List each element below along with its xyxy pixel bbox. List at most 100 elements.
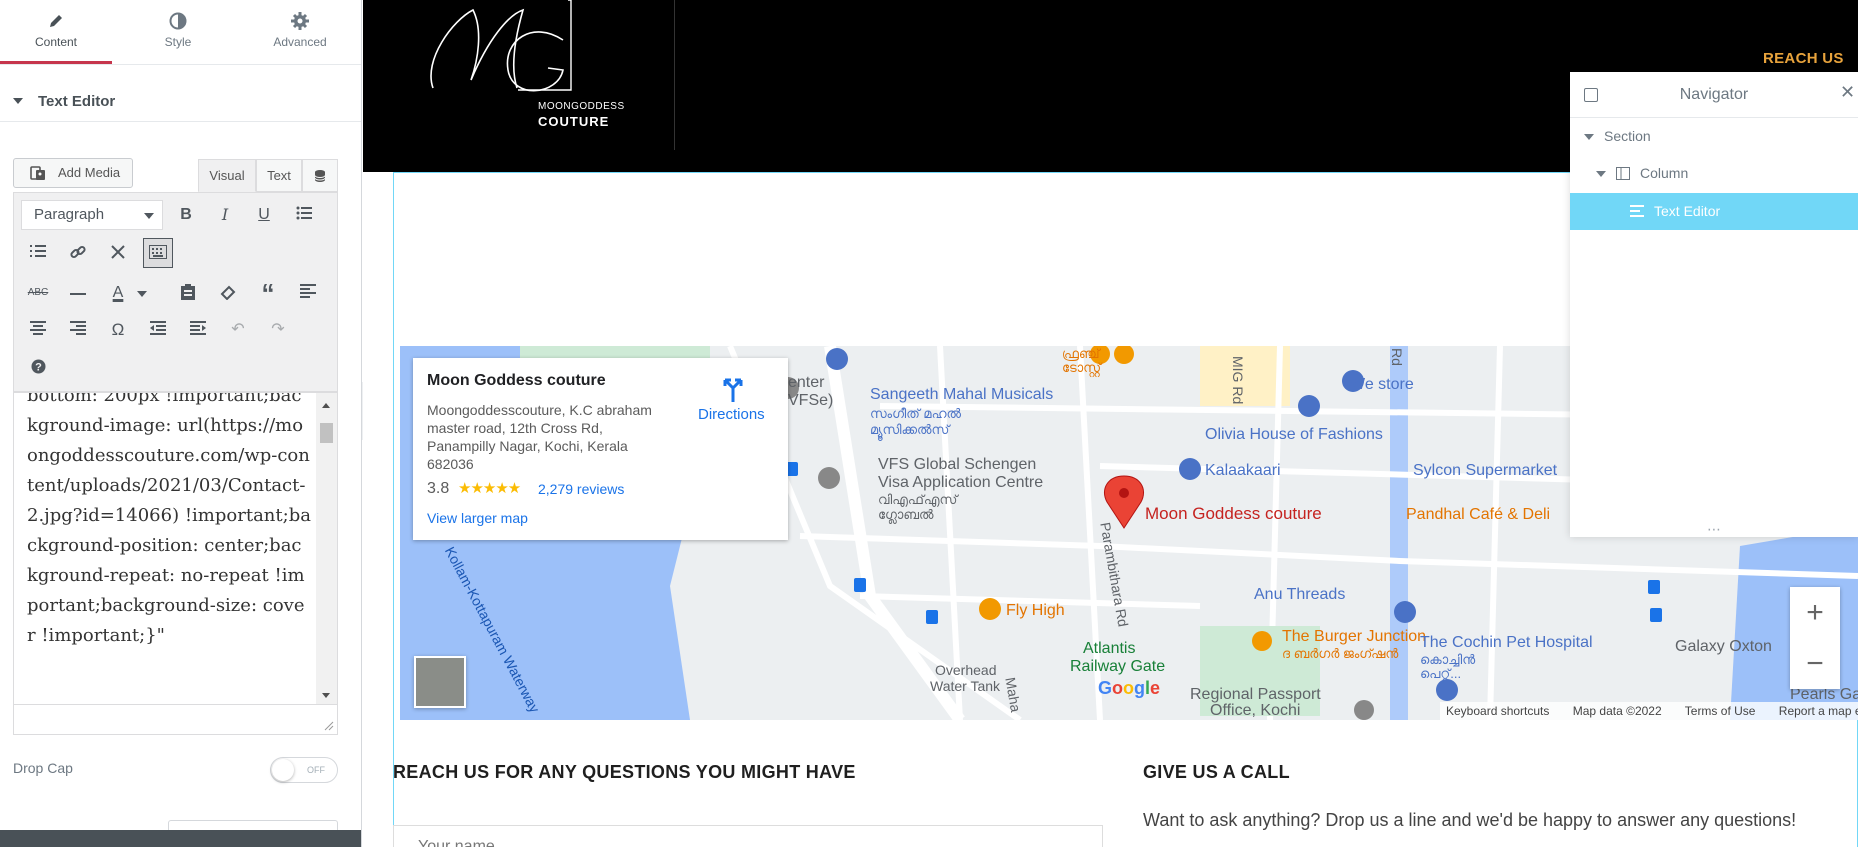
numbered-list-button[interactable]	[23, 238, 53, 268]
align-left-button[interactable]	[293, 278, 323, 308]
map-label: Fly High	[1006, 602, 1065, 619]
terms-of-use-link[interactable]: Terms of Use	[1685, 704, 1756, 718]
editor-resize-area[interactable]	[13, 705, 338, 735]
help-icon: ?	[31, 359, 45, 374]
map-pin-label[interactable]: Moon Goddess couture	[1145, 504, 1322, 524]
map-label: Office, Kochi	[1210, 702, 1301, 719]
hr-icon	[70, 293, 86, 295]
text-color-button[interactable]: A	[103, 278, 133, 308]
report-error-link[interactable]: Report a map error	[1779, 704, 1858, 718]
place-info-card: Moon Goddess couture Moongoddesscouture,…	[413, 358, 788, 540]
caret-down-icon	[1584, 134, 1594, 140]
scroll-down-icon	[322, 693, 330, 698]
navigator-resize-grip[interactable]: ⋯	[1570, 522, 1858, 536]
bold-button[interactable]: B	[171, 200, 201, 230]
map-label: MIG Rd	[1230, 356, 1246, 405]
text-color-dropdown[interactable]	[133, 278, 151, 308]
navigator-panel: Navigator ✕ Section Column Text Editor ⋯	[1570, 72, 1858, 537]
toolbar-toggle-button[interactable]	[302, 159, 338, 192]
clear-formatting-button[interactable]	[213, 278, 243, 308]
text-tab[interactable]: Text	[256, 159, 302, 192]
reach-heading: REACH US FOR ANY QUESTIONS YOU MIGHT HAV…	[393, 762, 856, 782]
expand-icon	[111, 245, 125, 259]
add-media-button[interactable]: Add Media	[13, 158, 133, 188]
blockquote-button[interactable]: “	[253, 278, 283, 308]
editor-panel: Content Style Advanced Text Editor Add M…	[0, 0, 362, 847]
drop-cap-toggle[interactable]: OFF	[270, 757, 338, 783]
caret-down-icon	[1596, 171, 1606, 177]
align-right-button[interactable]	[63, 315, 93, 345]
gear-icon	[291, 12, 309, 30]
navigator-title: Navigator	[1679, 86, 1749, 103]
map-label: Rd	[1389, 348, 1405, 366]
panel-tabs: Content Style Advanced	[0, 0, 361, 65]
strikethrough-button[interactable]: ABC	[23, 278, 53, 308]
map-label: The Cochin Pet Hospital	[1420, 634, 1593, 651]
outdent-button[interactable]	[143, 315, 173, 345]
link-button[interactable]	[63, 238, 93, 268]
zoom-in-button[interactable]: +	[1790, 587, 1840, 638]
section-title-label: Text Editor	[38, 93, 116, 110]
tab-content[interactable]: Content	[0, 0, 112, 64]
navigator-header[interactable]: Navigator ✕	[1570, 72, 1858, 118]
tab-content-label: Content	[34, 35, 78, 49]
undo-button[interactable]: ↶	[223, 315, 253, 345]
zoom-out-button[interactable]: −	[1790, 638, 1840, 689]
navigator-item-label: Text Editor	[1654, 203, 1721, 219]
italic-button[interactable]: I	[210, 200, 240, 230]
directions-icon[interactable]	[721, 374, 745, 402]
map-label: VFS Global Schengen	[878, 456, 1037, 473]
navigator-item-text-editor[interactable]: Text Editor	[1570, 193, 1858, 230]
brand-line-2: COUTURE	[538, 114, 610, 129]
redo-button[interactable]: ↷	[263, 315, 293, 345]
name-input[interactable]: Your name	[393, 825, 1103, 847]
map-label: സംഗീത് മഹൽ	[870, 406, 961, 421]
scroll-thumb[interactable]	[320, 423, 333, 443]
eraser-icon	[220, 285, 236, 301]
keyboard-shortcuts-button[interactable]: ?	[23, 353, 53, 383]
scroll-up-icon	[322, 403, 330, 408]
map-label: Visa Application Centre	[878, 474, 1044, 491]
horizontal-line-button[interactable]	[63, 278, 93, 308]
add-media-label: Add Media	[58, 165, 121, 180]
text-editor-area[interactable]: bottom: 200px !important;background-imag…	[13, 392, 338, 705]
directions-link[interactable]: Directions	[698, 406, 765, 423]
pencil-icon	[50, 15, 62, 27]
map-satellite-toggle[interactable]	[414, 656, 466, 708]
section-text-editor[interactable]: Text Editor	[0, 82, 361, 122]
map-label: Atlantis	[1083, 640, 1136, 657]
nav-reach-us[interactable]: REACH US	[1763, 50, 1844, 67]
navigator-close-button[interactable]: ✕	[1840, 82, 1855, 103]
map-label: ടോസ്റ്റ്	[1062, 360, 1102, 375]
align-center-button[interactable]	[23, 315, 53, 345]
toolbar-toggle-kitchen-sink[interactable]	[143, 238, 173, 268]
database-icon	[314, 170, 326, 182]
visual-tab[interactable]: Visual	[198, 159, 256, 192]
underline-button[interactable]: U	[249, 200, 279, 230]
navigator-item-section[interactable]: Section	[1570, 118, 1858, 155]
keyboard-shortcuts-link[interactable]: Keyboard shortcuts	[1446, 704, 1549, 718]
map-label: Kalaakaari	[1205, 462, 1281, 479]
view-larger-map-link[interactable]: View larger map	[427, 510, 528, 526]
fullscreen-button[interactable]	[103, 238, 133, 268]
format-select[interactable]: Paragraph	[21, 200, 163, 230]
indent-button[interactable]	[183, 315, 213, 345]
half-circle-icon	[169, 12, 187, 30]
map-label: We store	[1350, 376, 1414, 393]
google-logo: Google	[1098, 678, 1161, 698]
navigator-item-column[interactable]: Column	[1570, 155, 1858, 192]
svg-text:?: ?	[35, 362, 42, 374]
paste-text-button[interactable]	[173, 278, 203, 308]
special-character-button[interactable]: Ω	[103, 315, 133, 345]
wysiwyg-toolbar: Paragraph B I U ABC A “ Ω ↶ ↷ ?	[13, 192, 338, 392]
tab-style[interactable]: Style	[122, 0, 234, 64]
zoom-controls: + −	[1790, 587, 1840, 689]
navigator-item-label: Section	[1604, 128, 1651, 144]
tab-advanced[interactable]: Advanced	[244, 0, 356, 64]
text-align-icon	[1630, 205, 1644, 217]
editor-scrollbar[interactable]	[316, 393, 337, 704]
reviews-link[interactable]: 2,279 reviews	[538, 481, 624, 497]
bullet-list-button[interactable]	[289, 200, 319, 230]
map-label: മ്യൂസിക്കൽസ്	[870, 422, 950, 437]
map-label: enter	[788, 374, 825, 391]
